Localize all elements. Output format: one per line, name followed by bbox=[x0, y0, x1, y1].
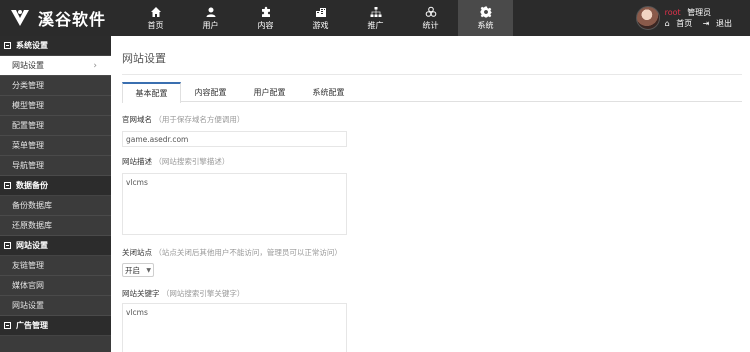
main-nav: 首页 用户 内容 游戏 推广 统计 系统 bbox=[128, 0, 513, 36]
tab-system-config[interactable]: 系统配置 bbox=[299, 82, 358, 102]
puzzle-icon bbox=[261, 6, 270, 17]
logout-link[interactable]: ⇥ 退出 bbox=[703, 19, 736, 28]
top-bar: 溪谷软件 首页 用户 内容 游戏 推广 统计 系统 root 管理员 ⌂ 首页 … bbox=[0, 0, 750, 36]
close-site-value: 开启 bbox=[125, 265, 140, 275]
nav-content-label: 内容 bbox=[257, 20, 274, 30]
sidebar-item-label: 菜单管理 bbox=[12, 141, 44, 150]
sidebar-group-title: 系统设置 bbox=[16, 41, 48, 50]
sidebar-item-restore-db[interactable]: 还原数据库 bbox=[0, 216, 111, 236]
sitemap-icon bbox=[370, 6, 381, 17]
description-label-text: 网站描述 bbox=[122, 157, 152, 166]
sidebar-item-label: 还原数据库 bbox=[12, 221, 52, 230]
sidebar-item-label: 网站设置 bbox=[12, 61, 44, 70]
sidebar-item-label: 媒体官网 bbox=[12, 281, 44, 290]
collapse-icon bbox=[4, 322, 11, 329]
close-site-label: 关闭站点 （站点关闭后其他用户不能访问，管理员可以正常访问） bbox=[122, 247, 342, 258]
sidebar-item-backup-db[interactable]: 备份数据库 bbox=[0, 196, 111, 216]
sidebar-group-site[interactable]: 网站设置 bbox=[0, 236, 111, 256]
user-name[interactable]: root bbox=[665, 8, 681, 17]
nav-statistics[interactable]: 统计 bbox=[403, 0, 458, 36]
nav-user-label: 用户 bbox=[202, 20, 219, 30]
gear-icon bbox=[480, 6, 491, 17]
building-icon bbox=[315, 7, 326, 17]
logo[interactable]: 溪谷软件 bbox=[8, 5, 106, 31]
divider bbox=[122, 74, 742, 75]
sidebar-item-label: 分类管理 bbox=[12, 81, 44, 90]
tab-bar: 基本配置 内容配置 用户配置 系统配置 bbox=[122, 82, 742, 103]
home-icon bbox=[150, 6, 161, 17]
nav-game-label: 游戏 bbox=[312, 20, 329, 30]
page-title: 网站设置 bbox=[122, 52, 166, 65]
nav-home[interactable]: 首页 bbox=[128, 0, 183, 36]
logo-mark-icon bbox=[11, 10, 29, 26]
nav-promotion-label: 推广 bbox=[367, 20, 384, 30]
collapse-icon bbox=[4, 182, 11, 189]
close-site-select[interactable]: 开启 ▼ bbox=[122, 263, 154, 277]
collapse-icon bbox=[4, 242, 11, 249]
logout-icon: ⇥ bbox=[702, 19, 710, 28]
keywords-textarea[interactable]: vlcms bbox=[122, 303, 347, 352]
sidebar-group-title: 广告管理 bbox=[16, 321, 48, 330]
cubes-icon bbox=[425, 6, 436, 17]
sidebar-item-links[interactable]: 友链管理 bbox=[0, 256, 111, 276]
user-info: root 管理员 ⌂ 首页 ⇥ 退出 bbox=[665, 7, 740, 29]
chevron-down-icon: ▼ bbox=[146, 266, 151, 274]
keywords-label-text: 网站关键字 bbox=[122, 289, 160, 298]
sidebar-group-backup[interactable]: 数据备份 bbox=[0, 176, 111, 196]
nav-system[interactable]: 系统 bbox=[458, 0, 513, 36]
domain-label-text: 官网域名 bbox=[122, 115, 152, 124]
close-site-label-text: 关闭站点 bbox=[122, 248, 152, 257]
tab-basic-config[interactable]: 基本配置 bbox=[122, 82, 181, 103]
keywords-hint: （网站搜索引擎关键字） bbox=[161, 289, 245, 298]
nav-statistics-label: 统计 bbox=[422, 20, 439, 30]
sidebar-item-category[interactable]: 分类管理 bbox=[0, 76, 111, 96]
tab-content-config[interactable]: 内容配置 bbox=[181, 82, 240, 102]
chevron-right-icon: › bbox=[93, 61, 97, 71]
sidebar-item-label: 友链管理 bbox=[12, 261, 44, 270]
sidebar-group-ads[interactable]: 广告管理 bbox=[0, 316, 111, 336]
description-hint: （网站搜索引擎描述） bbox=[154, 157, 230, 166]
description-textarea[interactable]: vlcms bbox=[122, 173, 347, 235]
domain-label: 官网域名 （用于保存域名方便调用） bbox=[122, 114, 244, 125]
nav-home-label: 首页 bbox=[147, 20, 164, 30]
sidebar: 系统设置 网站设置 › 分类管理 模型管理 配置管理 菜单管理 导航管理 数据备份… bbox=[0, 36, 111, 352]
sidebar-item-media[interactable]: 媒体官网 bbox=[0, 276, 111, 296]
close-site-hint: （站点关闭后其他用户不能访问，管理员可以正常访问） bbox=[154, 248, 342, 257]
home-link[interactable]: ⌂ 首页 bbox=[665, 19, 697, 28]
sidebar-item-label: 配置管理 bbox=[12, 121, 44, 130]
sidebar-group-title: 数据备份 bbox=[16, 181, 48, 190]
user-icon bbox=[206, 7, 215, 17]
domain-input[interactable] bbox=[122, 131, 347, 147]
sidebar-item-label: 导航管理 bbox=[12, 161, 44, 170]
avatar[interactable] bbox=[635, 6, 660, 30]
sidebar-item-navigation[interactable]: 导航管理 bbox=[0, 156, 111, 176]
sidebar-item-site-settings[interactable]: 网站设置 › bbox=[0, 56, 111, 76]
nav-game[interactable]: 游戏 bbox=[293, 0, 348, 36]
sidebar-item-label: 备份数据库 bbox=[12, 201, 52, 210]
description-label: 网站描述 （网站搜索引擎描述） bbox=[122, 156, 229, 167]
home-small-icon: ⌂ bbox=[664, 19, 670, 28]
keywords-label: 网站关键字 （网站搜索引擎关键字） bbox=[122, 288, 244, 299]
user-panel: root 管理员 ⌂ 首页 ⇥ 退出 bbox=[635, 4, 740, 32]
domain-hint: （用于保存域名方便调用） bbox=[154, 115, 245, 124]
sidebar-item-menu[interactable]: 菜单管理 bbox=[0, 136, 111, 156]
nav-system-label: 系统 bbox=[477, 20, 494, 30]
sidebar-item-label: 网站设置 bbox=[12, 301, 44, 310]
home-link-label: 首页 bbox=[676, 19, 693, 28]
tab-user-config[interactable]: 用户配置 bbox=[240, 82, 299, 102]
collapse-icon bbox=[4, 42, 11, 49]
sidebar-item-config[interactable]: 配置管理 bbox=[0, 116, 111, 136]
logout-link-label: 退出 bbox=[716, 19, 732, 28]
sidebar-group-title: 网站设置 bbox=[16, 241, 48, 250]
user-role: 管理员 bbox=[687, 8, 712, 17]
nav-promotion[interactable]: 推广 bbox=[348, 0, 403, 36]
sidebar-item-site-settings-2[interactable]: 网站设置 bbox=[0, 296, 111, 316]
sidebar-group-system-settings[interactable]: 系统设置 bbox=[0, 36, 111, 56]
main-content: 网站设置 基本配置 内容配置 用户配置 系统配置 官网域名 （用于保存域名方便调… bbox=[111, 36, 750, 352]
sidebar-item-model[interactable]: 模型管理 bbox=[0, 96, 111, 116]
sidebar-item-label: 模型管理 bbox=[12, 101, 44, 110]
brand-name: 溪谷软件 bbox=[38, 10, 107, 29]
nav-user[interactable]: 用户 bbox=[183, 0, 238, 36]
nav-content[interactable]: 内容 bbox=[238, 0, 293, 36]
